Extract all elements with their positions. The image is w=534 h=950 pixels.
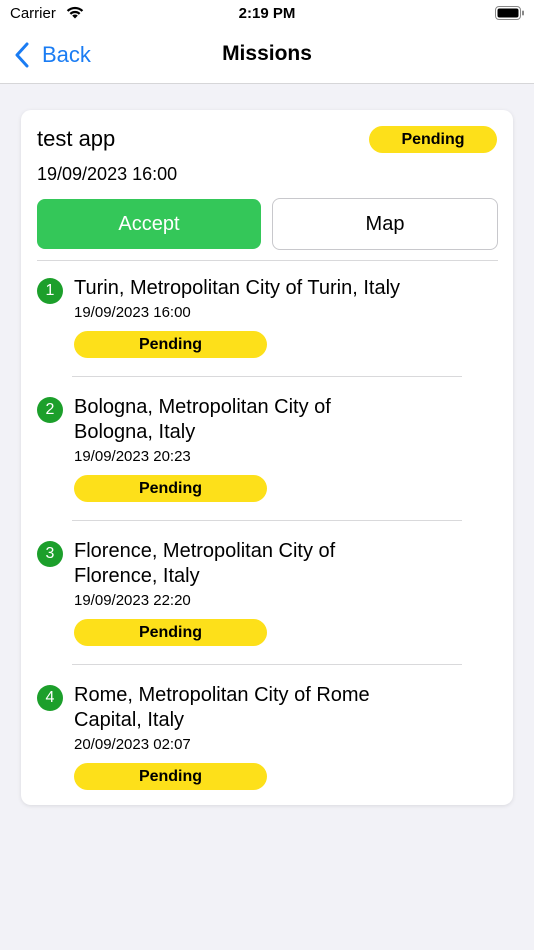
accept-button[interactable]: Accept <box>37 199 261 249</box>
stop-address: Bologna, Metropolitan City of Bologna, I… <box>74 396 331 443</box>
navigation-bar: Back Missions <box>0 28 534 84</box>
stop-date: 19/09/2023 22:20 <box>74 592 191 609</box>
divider <box>72 664 462 665</box>
clock: 2:19 PM <box>238 5 296 22</box>
status-bar: Carrier 2:19 PM <box>0 0 534 28</box>
status-badge: Pending <box>369 126 497 153</box>
mission-title: test app <box>37 126 116 151</box>
stop-number: 2 <box>37 397 63 423</box>
divider <box>37 260 498 261</box>
page-title: Missions <box>222 42 312 65</box>
stop-date: 20/09/2023 02:07 <box>74 736 191 753</box>
stop-status-badge: Pending <box>74 475 267 502</box>
mission-card: test app Pending 19/09/2023 16:00 Accept… <box>21 110 513 805</box>
stop-status-badge: Pending <box>74 763 267 790</box>
divider <box>72 376 462 377</box>
stop-address: Turin, Metropolitan City of Turin, Italy <box>74 277 401 299</box>
stop-date: 19/09/2023 16:00 <box>74 304 191 321</box>
stop-address: Rome, Metropolitan City of Rome Capital,… <box>74 684 370 731</box>
stop-number: 1 <box>37 278 63 304</box>
battery-icon <box>495 6 524 20</box>
stop-address: Florence, Metropolitan City of Florence,… <box>74 540 336 587</box>
stop-status-badge: Pending <box>74 619 267 646</box>
stop-status-badge: Pending <box>74 331 267 358</box>
stop-date: 19/09/2023 20:23 <box>74 448 191 465</box>
stop-number: 4 <box>37 685 63 711</box>
mission-date: 19/09/2023 16:00 <box>37 164 178 184</box>
divider <box>72 520 462 521</box>
map-button[interactable]: Map <box>272 198 498 250</box>
stop-number: 3 <box>37 541 63 567</box>
